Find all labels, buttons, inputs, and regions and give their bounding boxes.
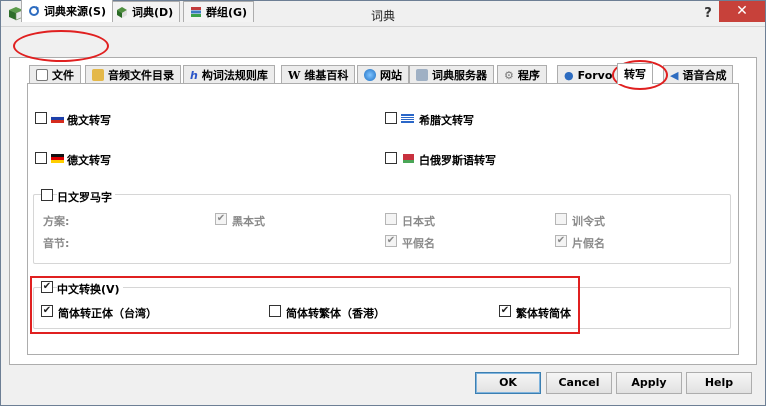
russia-flag-icon — [51, 114, 64, 123]
file-icon — [36, 69, 48, 81]
subtab-tts[interactable]: ◀ 语音合成 — [663, 65, 734, 84]
hepburn-label: 黑本式 — [232, 215, 265, 228]
help-title-button[interactable]: ? — [697, 4, 719, 24]
speaker-icon: ◀ — [670, 68, 679, 82]
ok-button[interactable]: OK — [475, 372, 541, 394]
nihon-shiki-label: 日本式 — [402, 215, 435, 228]
russian-label: 俄文转写 — [67, 114, 111, 127]
syllable-label: 音节: — [43, 237, 70, 250]
kunrei-label: 训令式 — [572, 215, 605, 228]
subtab-websites[interactable]: 网站 — [357, 65, 409, 84]
nihon-shiki-checkbox[interactable] — [385, 213, 397, 225]
help-button[interactable]: Help — [686, 372, 752, 394]
wikipedia-icon: W — [288, 68, 301, 82]
subtab-dict-servers[interactable]: 词典服务器 — [409, 65, 494, 84]
katakana-label: 片假名 — [572, 237, 605, 250]
romaji-label: 日文罗马字 — [57, 189, 115, 205]
apply-button[interactable]: Apply — [616, 372, 682, 394]
hiragana-label: 平假名 — [402, 237, 435, 250]
kunrei-checkbox[interactable] — [555, 213, 567, 225]
audio-folder-icon — [92, 69, 104, 81]
tab-label: 词典来源(S) — [44, 5, 106, 18]
katakana-checkbox[interactable] — [555, 235, 567, 247]
subtab-morphology[interactable]: h 构词法规则库 — [183, 65, 275, 84]
german-label: 德文转写 — [67, 154, 111, 167]
greek-checkbox[interactable] — [385, 112, 397, 124]
romaji-checkbox[interactable] — [41, 189, 53, 201]
subtab-label: 维基百科 — [304, 69, 349, 82]
forvo-icon: ● — [564, 68, 574, 82]
greek-label: 希腊文转写 — [419, 114, 474, 127]
germany-flag-icon — [51, 154, 64, 163]
morphology-icon: h — [190, 68, 198, 82]
subtab-forvo[interactable]: ● Forvo — [557, 65, 620, 84]
subtab-label: 网站 — [380, 69, 402, 82]
globe-icon — [364, 69, 376, 81]
subtab-label: 构词法规则库 — [201, 69, 268, 82]
german-checkbox[interactable] — [35, 152, 47, 164]
subtab-transliteration[interactable]: 转写 — [617, 63, 653, 84]
gear-icon: ⚙ — [504, 68, 514, 82]
belarusian-checkbox[interactable] — [385, 152, 397, 164]
highlight-box-chinese-conversion — [30, 276, 580, 334]
subtab-files[interactable]: 文件 — [29, 65, 81, 84]
subtab-label: 程序 — [517, 69, 540, 82]
tab-groups[interactable]: 群组(G) — [183, 1, 255, 22]
subtab-label: 语音合成 — [682, 69, 727, 82]
hiragana-checkbox[interactable] — [385, 235, 397, 247]
close-button[interactable]: ✕ — [719, 1, 765, 22]
greece-flag-icon — [401, 114, 414, 123]
scheme-label: 方案: — [43, 215, 70, 228]
romaji-group — [33, 194, 731, 264]
tab-label: 词典(D) — [132, 6, 174, 19]
subtab-label: 转写 — [624, 68, 646, 81]
subtab-label: 文件 — [52, 69, 74, 82]
tab-dictionary-sources[interactable]: 词典来源(S) — [21, 0, 113, 22]
subtab-programs[interactable]: ⚙ 程序 — [497, 65, 547, 84]
dictionary-window: 词典 ? ✕ 词典来源(S) 词典(D) 群组(G) 文件 音频文件目录 h 构… — [0, 0, 766, 406]
subtab-audio-folders[interactable]: 音频文件目录 — [85, 65, 181, 84]
tab-dictionaries[interactable]: 词典(D) — [109, 1, 181, 22]
hepburn-checkbox[interactable] — [215, 213, 227, 225]
subtab-label: 词典服务器 — [432, 69, 487, 82]
books-stack-icon — [191, 7, 201, 17]
book-icon — [117, 7, 127, 18]
belarusian-label: 白俄罗斯语转写 — [419, 154, 496, 167]
refresh-icon — [29, 6, 39, 16]
tab-label: 群组(G) — [206, 6, 248, 19]
russian-checkbox[interactable] — [35, 112, 47, 124]
cancel-button[interactable]: Cancel — [546, 372, 612, 394]
highlight-oval-sources-tab — [13, 30, 109, 62]
subtab-wikipedia[interactable]: W 维基百科 — [281, 65, 356, 84]
subtab-label: Forvo — [577, 68, 613, 82]
server-icon — [416, 69, 428, 81]
subtab-label: 音频文件目录 — [108, 69, 174, 82]
belarus-flag-icon — [401, 154, 414, 163]
